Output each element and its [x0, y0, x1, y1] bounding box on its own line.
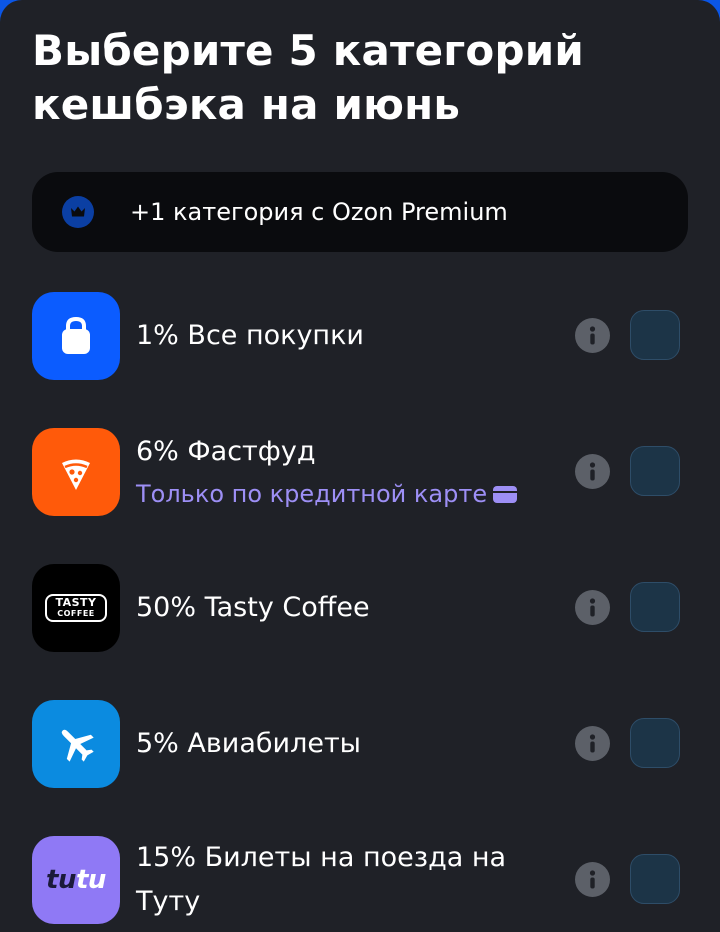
info-icon[interactable] [575, 862, 610, 897]
screen-corner-right [698, 0, 720, 22]
info-icon[interactable] [575, 590, 610, 625]
category-checkbox[interactable] [630, 582, 680, 632]
tutu-logo: tutu [32, 836, 120, 924]
premium-banner-text: +1 категория с Ozon Premium [130, 198, 508, 226]
category-title: 15% Билеты на поезда на [136, 842, 507, 873]
info-icon[interactable] [575, 318, 610, 353]
pizza-slice-icon [32, 428, 120, 516]
tasty-logo-line2: COFFEE [57, 609, 95, 618]
category-row-all-purchases[interactable]: 1% Все покупки [0, 290, 720, 410]
category-title-line2: Туту [136, 886, 201, 917]
tasty-coffee-logo: TASTY COFFEE [32, 564, 120, 652]
category-subtitle-text: Только по кредитной карте [136, 480, 488, 508]
category-row-fastfood[interactable]: 6% Фастфуд Только по кредитной карте [0, 426, 720, 546]
tasty-logo-line1: TASTY [55, 596, 97, 609]
category-checkbox[interactable] [630, 310, 680, 360]
category-title: 5% Авиабилеты [136, 728, 362, 759]
category-checkbox[interactable] [630, 446, 680, 496]
category-row-tasty-coffee[interactable]: TASTY COFFEE 50% Tasty Coffee [0, 562, 720, 682]
screen-corner-left [0, 0, 22, 22]
category-row-avia[interactable]: 5% Авиабилеты [0, 698, 720, 818]
category-row-tutu[interactable]: tutu 15% Билеты на поезда на Туту [0, 834, 720, 932]
page-title: Выберите 5 категорий кешбэка на июнь [32, 26, 584, 129]
category-checkbox[interactable] [630, 854, 680, 904]
shopping-bag-icon [32, 292, 120, 380]
category-checkbox[interactable] [630, 718, 680, 768]
credit-card-icon [493, 486, 518, 503]
info-icon[interactable] [575, 454, 610, 489]
category-title: 1% Все покупки [136, 320, 364, 351]
premium-banner[interactable]: +1 категория с Ozon Premium [32, 172, 688, 252]
tutu-logo-part1: tu [46, 865, 76, 895]
airplane-icon [32, 700, 120, 788]
category-subtitle: Только по кредитной карте [136, 478, 518, 510]
category-title: 50% Tasty Coffee [136, 592, 370, 623]
category-title: 6% Фастфуд [136, 436, 316, 467]
info-icon[interactable] [575, 726, 610, 761]
tutu-logo-part2: tu [76, 865, 106, 895]
crown-icon [62, 196, 94, 228]
